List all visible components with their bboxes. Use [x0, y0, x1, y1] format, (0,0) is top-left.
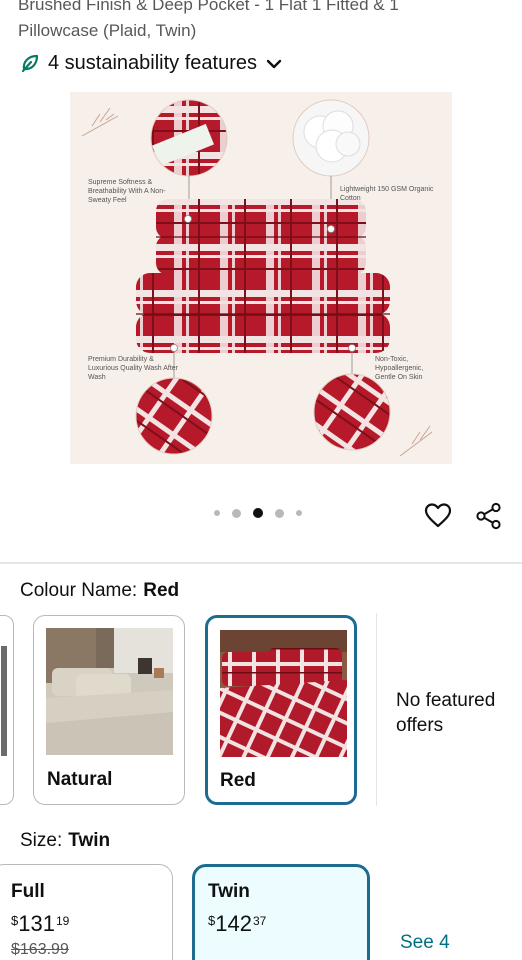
see-more-sizes-link[interactable]: See 4 [400, 932, 450, 954]
size-value: Twin [68, 830, 111, 851]
colour-selection-header: Colour Name: Red [20, 580, 179, 602]
size-label: Size: [20, 830, 63, 851]
size-selection-header: Size: Twin [20, 830, 110, 852]
sustainability-features-link[interactable]: 4 sustainability features [20, 50, 283, 76]
colour-option-previous[interactable] [0, 615, 14, 805]
price-whole: 131 [18, 911, 55, 936]
size-option-full[interactable]: Full $131 19 $163.99 [0, 864, 173, 960]
carousel-dot[interactable] [214, 510, 220, 516]
size-option-name: Full [11, 881, 45, 902]
chevron-down-icon [266, 59, 282, 69]
carousel-dot-active[interactable] [253, 508, 263, 518]
colour-label: Colour Name: [20, 580, 138, 601]
section-divider [0, 562, 522, 564]
swatch-divider [376, 613, 377, 806]
colour-natural-thumbnail [46, 628, 173, 755]
colour-value: Red [143, 580, 180, 601]
price-whole: 142 [215, 911, 252, 936]
price-cents: 19 [55, 914, 70, 928]
colour-option-natural[interactable]: Natural [33, 615, 185, 805]
carousel-dot[interactable] [232, 508, 241, 518]
no-featured-offers-text: No featured offers [396, 690, 496, 736]
colour-red-thumbnail [220, 630, 347, 757]
callout-non-toxic: Non-Toxic, Hypoallergenic, Gentle On Ski… [375, 356, 424, 381]
size-option-twin[interactable]: Twin $142 37 [192, 864, 370, 960]
sustainability-features-label: 4 sustainability features [48, 51, 258, 74]
product-title-line-2: Pillowcase (Plaid, Twin) [18, 21, 197, 40]
product-image[interactable]: Supreme Softness & Breathability With A … [70, 92, 452, 464]
callout-durability: Premium Durability & Luxurious Quality W… [88, 356, 179, 381]
size-option-list-price: $163.99 [11, 941, 69, 958]
price-cents: 37 [252, 914, 267, 928]
product-title: Brushed Finish & Deep Pocket - 1 Flat 1 … [18, 0, 508, 44]
carousel-dot[interactable] [296, 510, 302, 516]
leaf-icon [21, 54, 39, 73]
image-carousel-indicator[interactable] [214, 508, 302, 518]
carousel-dot[interactable] [275, 508, 284, 518]
size-option-price: $131 19 [11, 912, 69, 936]
colour-option-name: Red [220, 770, 256, 791]
product-title-line-1: Brushed Finish & Deep Pocket - 1 Flat 1 … [18, 0, 399, 14]
size-option-name: Twin [208, 881, 250, 902]
plaid-sheet-set-illustration [81, 99, 433, 457]
share-icon[interactable] [475, 502, 503, 530]
size-option-price: $142 37 [208, 912, 266, 936]
callout-softness: Supreme Softness & Breathability With A … [88, 179, 166, 204]
price-currency: $ [11, 913, 19, 928]
colour-option-red[interactable]: Red [205, 615, 357, 805]
colour-option-name: Natural [47, 769, 113, 790]
price-currency: $ [208, 913, 216, 928]
heart-icon[interactable] [424, 502, 452, 530]
callout-cotton: Lightweight 150 GSM Organic Cotton [340, 186, 434, 202]
